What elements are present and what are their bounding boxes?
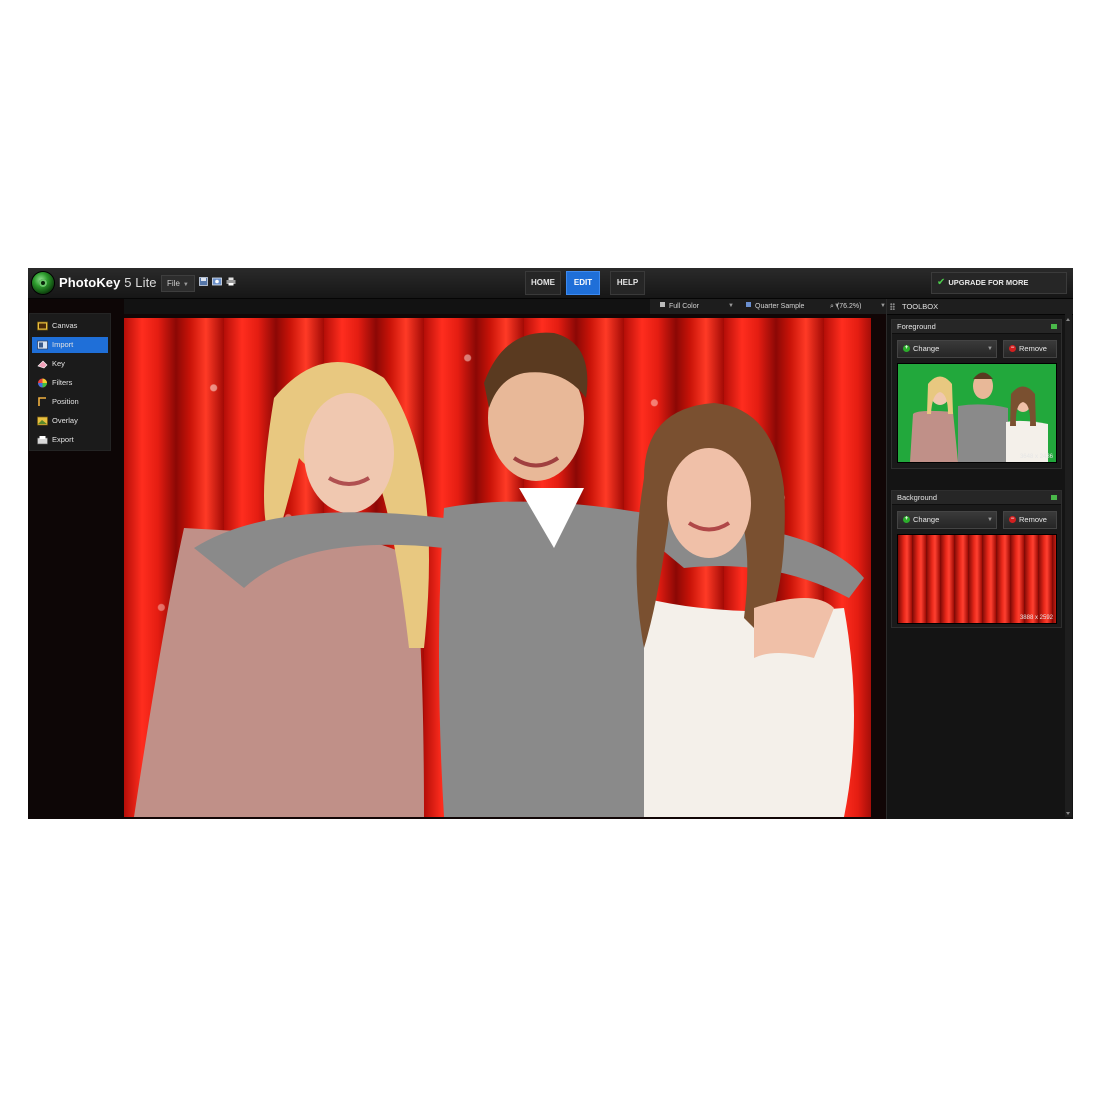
flag-icon <box>1051 495 1057 500</box>
app-version: 5 Lite <box>124 275 157 290</box>
background-panel: Background + Change ▼ − Remove 3888 x 25… <box>891 490 1062 628</box>
sidebar-item-import[interactable]: Import <box>32 337 108 353</box>
color-swatch-icon <box>660 302 665 307</box>
checkmark-icon: ✔ <box>937 277 946 288</box>
foreground-title: Foreground <box>897 322 936 331</box>
top-bar: PhotoKey 5 Lite File ▼ HOME EDIT HELP ✔ UP… <box>28 268 1073 307</box>
chevron-down-icon: ▼ <box>987 517 993 523</box>
tab-edit[interactable]: EDIT <box>566 271 600 295</box>
background-dimensions: 3888 x 2592 <box>1019 615 1053 621</box>
color-mode-dropdown[interactable]: Full Color ▼ <box>660 299 735 314</box>
sidebar-item-key[interactable]: Key <box>32 356 108 372</box>
foreground-change-button[interactable]: + Change ▼ <box>897 340 997 358</box>
toolbox-title: TOOLBOX <box>902 302 939 311</box>
file-menu[interactable]: File ▼ <box>161 275 195 292</box>
foreground-remove-button[interactable]: − Remove <box>1003 340 1057 358</box>
tab-help[interactable]: HELP <box>610 271 645 295</box>
photokey-logo-icon <box>32 272 54 294</box>
foreground-panel: Foreground + Change ▼ − Remove 3648 x 24… <box>891 319 1062 469</box>
grip-icon[interactable] <box>890 303 895 310</box>
toolbox-scrollbar[interactable] <box>1065 314 1072 817</box>
background-title: Background <box>897 493 938 502</box>
sample-dropdown[interactable]: Quarter Sample ▼ <box>746 299 841 314</box>
app-title: PhotoKey 5 Lite <box>59 275 157 290</box>
sample-icon <box>746 302 751 307</box>
photokey-window: PhotoKey 5 Lite File ▼ HOME EDIT HELP ✔ UP… <box>28 268 1073 819</box>
eraser-icon <box>37 359 48 369</box>
export-icon <box>37 435 48 445</box>
zoom-dropdown[interactable]: ⌕ (76.2%) ▼ <box>830 299 886 314</box>
print-icon[interactable] <box>226 277 236 286</box>
view-options-bar: Full Color ▼ Quarter Sample ▼ ⌕ (76.2%) ▼ <box>650 299 886 315</box>
add-icon: + <box>903 516 910 523</box>
overlay-icon <box>37 416 48 426</box>
canvas-area[interactable] <box>124 314 886 819</box>
app-name: PhotoKey <box>59 275 121 290</box>
image-icon[interactable] <box>212 277 222 286</box>
sidebar-item-position[interactable]: Position <box>32 394 108 410</box>
upgrade-button[interactable]: ✔UPGRADE FOR MORE FEATURES <box>931 272 1067 307</box>
toolbox-panel: TOOLBOX Foreground + Change ▼ − Remove 3… <box>886 299 1073 819</box>
toolbox-header: TOOLBOX <box>887 299 1073 315</box>
import-icon <box>37 340 48 350</box>
flag-icon <box>1051 324 1057 329</box>
save-icon[interactable] <box>199 277 208 286</box>
foreground-dimensions: 3648 x 2436 <box>1019 454 1053 460</box>
foreground-thumbnail[interactable]: 3648 x 2436 <box>897 363 1057 463</box>
add-icon: + <box>903 345 910 352</box>
position-icon <box>37 397 48 407</box>
remove-icon: − <box>1009 345 1016 352</box>
remove-icon: − <box>1009 516 1016 523</box>
scroll-up-icon[interactable] <box>1066 318 1070 321</box>
composite-photo[interactable] <box>124 318 871 817</box>
color-wheel-icon <box>37 378 48 388</box>
chevron-down-icon: ▼ <box>182 282 189 288</box>
people-illustration <box>134 332 864 817</box>
sidebar-item-canvas[interactable]: Canvas <box>32 318 108 334</box>
sidebar-item-filters[interactable]: Filters <box>32 375 108 391</box>
sidebar-item-export[interactable]: Export <box>32 432 108 448</box>
background-remove-button[interactable]: − Remove <box>1003 511 1057 529</box>
background-change-button[interactable]: + Change ▼ <box>897 511 997 529</box>
scroll-down-icon[interactable] <box>1066 812 1070 815</box>
file-menu-label: File <box>167 279 180 288</box>
sidebar-item-overlay[interactable]: Overlay <box>32 413 108 429</box>
magnifier-icon: ⌕ <box>830 303 834 310</box>
foreground-preview <box>898 364 1056 462</box>
chevron-down-icon: ▼ <box>728 303 734 309</box>
sidebar: Canvas Import Key Filters Position Overl… <box>29 313 111 451</box>
tab-home[interactable]: HOME <box>525 271 561 295</box>
canvas-icon <box>37 321 48 331</box>
chevron-down-icon: ▼ <box>987 346 993 352</box>
left-panel: Canvas Import Key Filters Position Overl… <box>28 299 124 819</box>
background-thumbnail[interactable]: 3888 x 2592 <box>897 534 1057 624</box>
